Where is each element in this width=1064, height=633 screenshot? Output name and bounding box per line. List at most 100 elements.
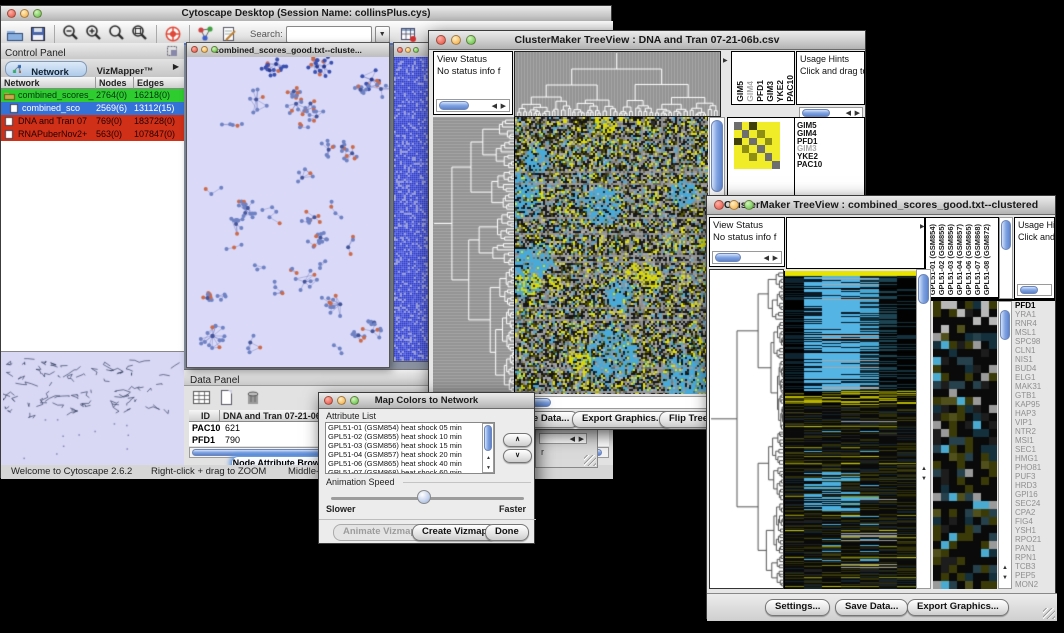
- scroll-down-arrow[interactable]: ▼: [921, 475, 927, 483]
- minimize-button[interactable]: [20, 9, 29, 18]
- resize-grip[interactable]: [1043, 608, 1055, 619]
- scroll-left-arrow[interactable]: ◀: [764, 255, 769, 263]
- scroll-down-arrow[interactable]: ▼: [1002, 574, 1008, 582]
- expand-arrow[interactable]: ▶: [920, 223, 925, 231]
- scrollbar-thumb[interactable]: [439, 101, 469, 110]
- gene-label[interactable]: NTR2: [1015, 427, 1057, 436]
- gene-label[interactable]: GPI16: [1015, 490, 1057, 499]
- scroll-left-arrow[interactable]: ◀: [492, 103, 497, 111]
- gene-label[interactable]: SEC24: [1015, 499, 1057, 508]
- gene-label[interactable]: TCB3: [1015, 562, 1057, 571]
- gene-label[interactable]: SPC98: [1015, 337, 1057, 346]
- frame-zoom-button[interactable]: [211, 46, 218, 53]
- usage-hints-hscrollbar[interactable]: [1017, 284, 1052, 296]
- gene-label[interactable]: HAP3: [1015, 409, 1057, 418]
- close-button[interactable]: [324, 396, 333, 405]
- zoom-window-button[interactable]: [33, 9, 42, 18]
- close-button[interactable]: [714, 200, 724, 210]
- gene-label[interactable]: NIS1: [1015, 355, 1057, 364]
- scrollbar-thumb[interactable]: [715, 253, 741, 262]
- gene-label[interactable]: FIG4: [1015, 517, 1057, 526]
- scrollbar-thumb[interactable]: [1001, 220, 1011, 250]
- column-label[interactable]: GIM3: [765, 81, 775, 102]
- save-session-icon[interactable]: [28, 24, 48, 44]
- gene-label[interactable]: RNR4: [1015, 319, 1057, 328]
- search-dropdown-button[interactable]: ▼: [375, 26, 390, 43]
- data-col-attr[interactable]: DNA and Tran 07-21-06...: [223, 411, 328, 421]
- col-header-edges[interactable]: Edges: [137, 78, 164, 88]
- close-button[interactable]: [436, 35, 446, 45]
- slider-thumb[interactable]: [417, 490, 431, 504]
- array-label[interactable]: GPL51-03 (GSM856): [946, 224, 955, 295]
- array-labels-vscrollbar[interactable]: [999, 217, 1013, 299]
- settings-button[interactable]: Settings...: [765, 599, 830, 616]
- done-button[interactable]: Done: [485, 524, 529, 541]
- network-overview-panel[interactable]: [1, 351, 184, 466]
- scroll-up-arrow[interactable]: ▲: [486, 454, 491, 462]
- zoom-in-icon[interactable]: [84, 24, 104, 44]
- network-overview-canvas[interactable]: [3, 354, 182, 464]
- attribute-list[interactable]: GPL51-01 (GSM854) heat shock 05 minGPL51…: [325, 422, 495, 474]
- heatmap-hscrollbar[interactable]: [514, 396, 707, 409]
- gene-label[interactable]: PUF3: [1015, 472, 1057, 481]
- dense-network-canvas[interactable]: [394, 57, 432, 361]
- gene-label[interactable]: MON2: [1015, 580, 1057, 589]
- scrollbar-thumb[interactable]: [1020, 286, 1038, 294]
- scroll-up-arrow[interactable]: ▲: [1002, 564, 1008, 572]
- zoom-out-icon[interactable]: [61, 24, 81, 44]
- gene-label[interactable]: HMG1: [1015, 454, 1057, 463]
- treeview1-titlebar[interactable]: ClusterMaker TreeView : DNA and Tran 07-…: [429, 31, 865, 50]
- scroll-left-arrow[interactable]: ◀: [570, 436, 575, 444]
- move-down-button[interactable]: ∨: [503, 449, 532, 463]
- row-dendrogram[interactable]: [709, 269, 784, 589]
- column-dendrogram[interactable]: [514, 51, 721, 117]
- column-label[interactable]: PFD1: [755, 80, 765, 102]
- network-row-rnapuber[interactable]: RNAPuberNov2+ 563(0) 107847(0): [1, 128, 184, 141]
- frame-close-button[interactable]: [397, 47, 403, 53]
- zoom-selected-icon[interactable]: [130, 24, 150, 44]
- hidden-hscrollbar[interactable]: ◀ ▶: [539, 433, 587, 444]
- scrollbar-thumb[interactable]: [1000, 310, 1010, 340]
- help-lifering-icon[interactable]: [163, 24, 183, 44]
- gene-label[interactable]: MSI1: [1015, 436, 1057, 445]
- zoom-window-button[interactable]: [744, 200, 754, 210]
- gene-label[interactable]: SEC1: [1015, 445, 1057, 454]
- gene-label[interactable]: GTB1: [1015, 391, 1057, 400]
- col-header-network[interactable]: Network: [4, 78, 40, 88]
- frame-zoom-button[interactable]: [413, 47, 419, 53]
- gene-label[interactable]: CPA2: [1015, 508, 1057, 517]
- attribute-table-icon[interactable]: [191, 388, 213, 408]
- similarity-matrix[interactable]: [734, 122, 780, 169]
- heatmap-vscrollbar[interactable]: ▲ ▼: [916, 269, 931, 589]
- scrollbar-thumb[interactable]: [484, 425, 492, 451]
- float-panel-icon[interactable]: [166, 45, 178, 57]
- resize-grip[interactable]: [584, 455, 596, 466]
- gene-label[interactable]: RPO21: [1015, 535, 1057, 544]
- delete-attribute-icon[interactable]: [243, 388, 265, 408]
- column-label[interactable]: GIM4: [745, 81, 755, 102]
- expand-arrow[interactable]: ▶: [723, 57, 728, 65]
- minimize-button[interactable]: [451, 35, 461, 45]
- import-table-icon[interactable]: [398, 24, 418, 44]
- gene-label[interactable]: YRA1: [1015, 310, 1057, 319]
- tab-vizmapper[interactable]: VizMapper™: [89, 61, 161, 75]
- expression-heatmap[interactable]: [514, 117, 708, 394]
- gene-label[interactable]: MAK31: [1015, 382, 1057, 391]
- tab-network[interactable]: Network: [5, 61, 87, 77]
- annotation-icon[interactable]: [219, 24, 239, 44]
- array-label[interactable]: GPL51-06 (GSM865): [964, 224, 973, 295]
- attribute-list-item[interactable]: GPL51-07 (GSM868) heat shock 60 min: [326, 469, 494, 474]
- minimize-button[interactable]: [729, 200, 739, 210]
- search-input[interactable]: [286, 26, 372, 43]
- column-label[interactable]: PAC10: [785, 75, 795, 102]
- frame-close-button[interactable]: [191, 46, 198, 53]
- gene-label[interactable]: PHO81: [1015, 463, 1057, 472]
- col-header-nodes[interactable]: Nodes: [99, 78, 127, 88]
- array-label[interactable]: GPL51-07 (GSM868): [973, 224, 982, 295]
- scrollbar-thumb[interactable]: [918, 274, 929, 304]
- new-attribute-icon[interactable]: [217, 388, 239, 408]
- scroll-right-arrow[interactable]: ▶: [579, 436, 584, 444]
- gene-label[interactable]: BUD4: [1015, 364, 1057, 373]
- gene-label[interactable]: MSL1: [1015, 328, 1057, 337]
- scrollbar-thumb[interactable]: [802, 109, 830, 117]
